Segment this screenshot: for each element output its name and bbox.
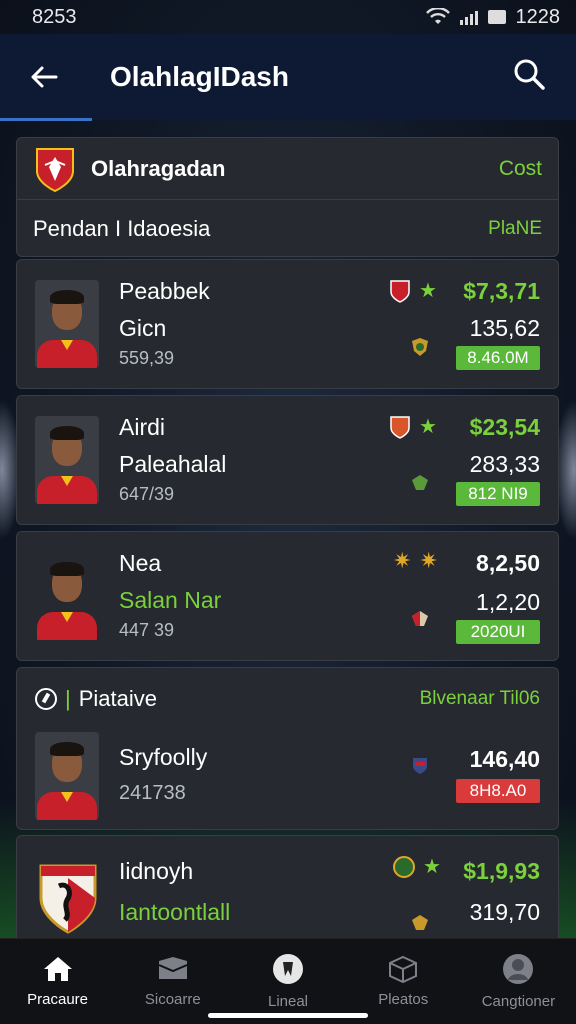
nav-item-lineal[interactable]: Lineal xyxy=(230,939,345,1024)
league-cost: Cost xyxy=(498,156,542,180)
section-label: Piataive xyxy=(78,686,157,711)
player-club: Salan Nar xyxy=(119,587,222,613)
status-time-right: 1228 xyxy=(515,5,561,28)
player-number: 447 39 xyxy=(119,620,175,640)
player-card[interactable]: Airdi Paleahalal 647/39 ★ $23,54 283,33 … xyxy=(16,395,559,525)
league-name: Olahragadan xyxy=(91,155,226,181)
folder-icon xyxy=(158,957,188,979)
nav-label: Sicoarre xyxy=(144,991,201,1008)
player-number: 241738 xyxy=(119,782,186,804)
player-card[interactable]: Peabbek Gicn 559,39 ★ $7,3,71 135,62 8.4… xyxy=(16,259,559,389)
kit-icon xyxy=(412,915,428,930)
team-club: Iantoontlall xyxy=(119,899,231,925)
player-secondary: 135,62 xyxy=(469,315,540,341)
nav-label: Lineal xyxy=(267,993,309,1010)
club-badge-icon xyxy=(390,415,410,439)
league-crest-icon xyxy=(36,147,74,192)
battery-icon xyxy=(487,10,506,24)
player-avatar xyxy=(35,552,99,640)
arrow-left-icon xyxy=(31,66,58,88)
player-name: Airdi xyxy=(119,414,166,440)
player-secondary: 1,2,20 xyxy=(476,589,540,615)
wifi-icon xyxy=(425,8,450,24)
status-bar: 8253 1228 xyxy=(0,0,576,34)
team-secondary: 319,70 xyxy=(469,899,540,925)
box-icon xyxy=(389,955,418,983)
club-badge-icon xyxy=(390,279,410,303)
clock-icon xyxy=(35,688,57,710)
player-name: Peabbek xyxy=(119,278,210,304)
medal-icon: ✷ xyxy=(419,548,438,573)
nav-label: Pleatos xyxy=(378,991,429,1008)
nav-item-sicoarre[interactable]: Sicoarre xyxy=(115,939,230,1024)
player-card[interactable]: Nea Salan Nar 447 39 ✷ ✷ 8,2,50 1,2,20 2… xyxy=(16,531,559,661)
back-button[interactable] xyxy=(24,57,64,97)
price-badge: 2020UI xyxy=(456,620,540,644)
price-badge: 8.46.0M xyxy=(456,346,540,370)
nav-item-pleatos[interactable]: Pleatos xyxy=(346,939,461,1024)
search-button[interactable] xyxy=(512,57,552,97)
bottom-nav: Pracaure Sicoarre Lineal Pleatos Cangtio… xyxy=(0,938,576,1024)
section-card[interactable]: | Piataive Blvenaar Til06 Sryfoolly 2417… xyxy=(16,667,559,830)
section-extra: Blvenaar Til06 xyxy=(419,688,540,709)
star-icon: ★ xyxy=(423,856,441,878)
kit-icon xyxy=(412,475,428,490)
nav-label: Pracaure xyxy=(27,991,89,1008)
star-icon: ★ xyxy=(419,280,437,302)
app-header: OlahlagIDash xyxy=(0,34,576,120)
player-avatar xyxy=(35,416,99,504)
league-card[interactable]: Olahragadan Cost Pendan I Idaoesia PlaNE xyxy=(16,137,559,257)
player-number: 647/39 xyxy=(119,484,175,504)
player-club: Gicn xyxy=(119,315,167,341)
player-value: 8,2,50 xyxy=(476,550,540,576)
status-time-left: 8253 xyxy=(32,5,77,28)
medal-icon: ✷ xyxy=(393,548,412,573)
player-secondary: 283,33 xyxy=(469,451,540,477)
kit-icon xyxy=(413,758,427,774)
player-name: Sryfoolly xyxy=(119,744,208,770)
player-value: $23,54 xyxy=(469,414,540,440)
league-tag: PlaNE xyxy=(488,218,542,239)
league-subtitle: Pendan I Idaoesia xyxy=(33,216,211,241)
player-name: Nea xyxy=(119,550,162,576)
kit-icon xyxy=(412,611,428,626)
page-title: OlahlagIDash xyxy=(110,61,289,92)
player-avatar xyxy=(35,280,99,368)
player-club: Paleahalal xyxy=(119,451,227,477)
player-value: 146,40 xyxy=(469,746,540,772)
tab-indicator xyxy=(0,118,92,121)
signal-icon xyxy=(459,9,478,25)
club-badge-icon xyxy=(393,855,415,878)
nav-item-pracaure[interactable]: Pracaure xyxy=(0,939,115,1024)
player-value: $7,3,71 xyxy=(463,278,540,304)
team-name: Iidnoyh xyxy=(119,858,194,884)
team-card[interactable]: Iidnoyh Iantoontlall ★ $1,9,93 319,70 xyxy=(16,835,559,945)
price-badge: 8H8.A0 xyxy=(456,779,540,803)
kit-icon xyxy=(412,338,428,356)
nav-item-cangtioner[interactable]: Cangtioner xyxy=(461,939,576,1024)
search-icon xyxy=(514,59,545,90)
star-icon: ★ xyxy=(419,416,437,438)
ball-icon xyxy=(273,954,303,984)
team-value: $1,9,93 xyxy=(463,858,540,884)
player-avatar xyxy=(35,732,99,820)
profile-icon xyxy=(503,954,534,984)
home-indicator[interactable] xyxy=(208,1013,368,1018)
nav-label: Cangtioner xyxy=(481,993,556,1010)
team-crest-icon xyxy=(39,864,97,934)
home-icon xyxy=(43,957,72,981)
price-badge: 812 NI9 xyxy=(456,482,540,506)
player-number: 559,39 xyxy=(119,348,175,368)
